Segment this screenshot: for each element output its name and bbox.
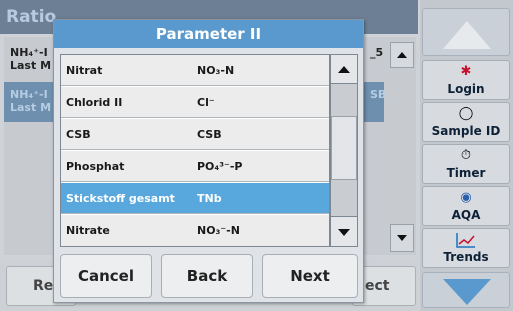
parameter-formula: Cl⁻ <box>197 96 215 109</box>
list-item[interactable]: CSB CSB <box>61 119 329 150</box>
parameter-name: Stickstoff gesamt <box>66 192 175 205</box>
background-title: Ratio <box>6 7 57 27</box>
background-row-line1: NH₄⁺-I <box>10 46 48 59</box>
parameter-formula: CSB <box>197 128 222 141</box>
list-item[interactable]: Chlorid II Cl⁻ <box>61 87 329 118</box>
aqa-label: AQA <box>451 208 481 222</box>
list-scrollbar-thumb[interactable] <box>331 116 357 180</box>
parameter-formula: PO₄³⁻-P <box>197 160 243 173</box>
triangle-up-icon <box>443 21 491 49</box>
vial-icon: ◯ <box>458 106 474 121</box>
sample-id-button[interactable]: ◯ Sample ID <box>422 102 510 142</box>
list-item[interactable]: Phosphat PO₄³⁻-P <box>61 151 329 182</box>
list-scroll-up-button[interactable] <box>330 54 358 84</box>
parameter-list: Nitrat NO₃-N Chlorid II Cl⁻ CSB CSB Phos… <box>60 54 330 247</box>
next-button[interactable]: Next <box>262 254 358 298</box>
aqa-button[interactable]: ◉ AQA <box>422 186 510 226</box>
parameter-dialog: Parameter II Nitrat NO₃-N Chlorid II Cl⁻… <box>53 19 364 303</box>
parameter-formula: NO₃-N <box>197 64 235 77</box>
list-item[interactable]: Nitrat NO₃-N <box>61 55 329 86</box>
sample-id-label: Sample ID <box>431 124 501 138</box>
background-scroll-down-button <box>390 224 414 252</box>
parameter-name: CSB <box>66 128 91 141</box>
parameter-formula: NO₃⁻-N <box>197 224 240 237</box>
background-row-line2: Last M <box>10 101 52 114</box>
list-item-selected[interactable]: Stickstoff gesamt TNb <box>61 183 329 214</box>
trends-button[interactable]: Trends <box>422 228 510 268</box>
arrow-up-icon <box>338 66 350 73</box>
timer-button[interactable]: ⏱ Timer <box>422 144 510 184</box>
background-row-line2: Last M <box>10 59 52 72</box>
scroll-up-button[interactable] <box>422 8 510 56</box>
list-item[interactable]: Nitrate NO₃⁻-N <box>61 215 329 246</box>
parameter-name: Chlorid II <box>66 96 123 109</box>
cancel-button[interactable]: Cancel <box>60 254 152 298</box>
aqa-icon: ◉ <box>460 190 472 205</box>
background-row-value: _5 <box>370 46 384 59</box>
parameter-formula: TNb <box>197 192 222 205</box>
list-scroll-down-button[interactable] <box>330 216 358 247</box>
arrow-down-icon <box>338 229 350 236</box>
trend-chart-icon <box>456 233 475 248</box>
arrow-down-icon <box>397 235 407 241</box>
clock-icon: ⏱ <box>460 148 472 163</box>
parameter-name: Nitrat <box>66 64 103 77</box>
timer-label: Timer <box>446 166 486 180</box>
back-button[interactable]: Back <box>161 254 253 298</box>
parameter-name: Nitrate <box>66 224 110 237</box>
background-row-value: SB <box>370 88 387 101</box>
scroll-down-button[interactable] <box>422 272 510 308</box>
background-scroll-up-button <box>390 42 414 68</box>
dialog-title: Parameter II <box>54 20 363 48</box>
parameter-name: Phosphat <box>66 160 125 173</box>
person-icon: ✱ <box>460 64 472 79</box>
trends-label: Trends <box>443 250 489 264</box>
login-button[interactable]: ✱ Login <box>422 60 510 100</box>
screen: Ratio NH₄⁺-I Last M _5 NH₄⁺-I Last M SB … <box>0 0 513 311</box>
triangle-down-icon <box>443 279 491 305</box>
login-label: Login <box>447 82 485 96</box>
arrow-up-icon <box>397 52 407 58</box>
background-row-line1: NH₄⁺-I <box>10 88 48 101</box>
chart-icon <box>423 232 509 248</box>
